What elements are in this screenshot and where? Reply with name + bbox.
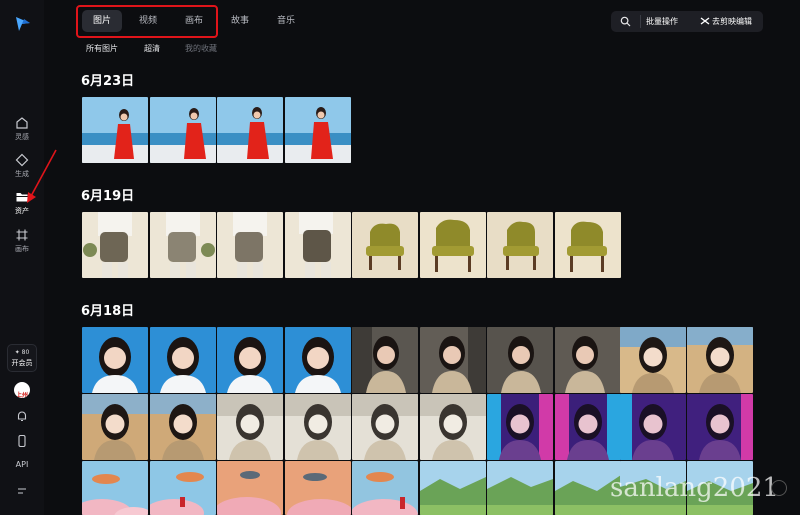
sidebar-item-label: 生成 [15, 170, 29, 178]
image-thumbnail[interactable] [82, 394, 148, 460]
tab-story[interactable]: 故事 [220, 10, 260, 32]
image-thumbnail[interactable] [487, 394, 553, 460]
image-thumbnail[interactable] [217, 327, 283, 393]
phone-icon [18, 434, 26, 448]
image-thumbnail[interactable] [285, 327, 351, 393]
capcut-icon [700, 17, 710, 25]
image-thumbnail[interactable] [352, 461, 418, 515]
vip-label: 开会员 [11, 359, 33, 367]
subtab-favorites[interactable]: 我的收藏 [185, 43, 217, 54]
image-thumbnail[interactable] [687, 327, 753, 393]
mobile-app-button[interactable] [0, 434, 44, 448]
toolbar-divider [640, 15, 641, 28]
canvas-icon [16, 229, 28, 241]
sidebar-item-generate[interactable]: 生成 [0, 153, 44, 179]
scroll-to-top-button[interactable] [771, 480, 787, 496]
watermark-text: sanlang2021 [610, 473, 779, 503]
image-thumbnail[interactable] [82, 327, 148, 393]
avatar[interactable]: 上州 [14, 382, 30, 398]
image-thumbnail[interactable] [555, 394, 621, 460]
section-date-jun18: 6月18日 [81, 304, 135, 319]
search-icon[interactable] [620, 16, 631, 27]
app-logo-icon[interactable] [14, 14, 32, 32]
diamond-icon [15, 153, 29, 167]
credits-vip-button[interactable]: ✦ 80 开会员 [7, 344, 37, 372]
avatar-text: 上州 [15, 392, 28, 398]
sidebar-item-assets[interactable]: 资产 [0, 190, 44, 216]
sidebar-item-label: 资产 [15, 207, 29, 215]
api-link[interactable]: API [0, 460, 44, 469]
tab-music[interactable]: 音乐 [266, 10, 306, 32]
section-date-jun19: 6月19日 [81, 189, 135, 204]
edit-in-capcut-button[interactable]: 去剪映编辑 [712, 15, 752, 28]
image-thumbnail[interactable] [420, 212, 486, 278]
subtab-hd[interactable]: 超清 [144, 43, 160, 54]
menu-button[interactable] [0, 484, 44, 498]
image-thumbnail[interactable] [420, 461, 486, 515]
image-thumbnail[interactable] [420, 327, 486, 393]
image-thumbnail[interactable] [285, 212, 351, 278]
folder-icon [16, 193, 28, 202]
home-icon [16, 117, 28, 129]
image-thumbnail[interactable] [487, 212, 553, 278]
bell-icon [17, 411, 27, 422]
image-thumbnail[interactable] [217, 394, 283, 460]
image-thumbnail[interactable] [555, 212, 621, 278]
image-thumbnail[interactable] [150, 461, 216, 515]
sidebar-item-label: 灵感 [15, 133, 29, 141]
image-thumbnail[interactable] [620, 394, 686, 460]
sidebar-item-label: 画布 [15, 245, 29, 253]
image-thumbnail[interactable] [217, 461, 283, 515]
image-thumbnail[interactable] [82, 212, 148, 278]
image-thumbnail[interactable] [487, 327, 553, 393]
image-thumbnail[interactable] [82, 461, 148, 515]
section-date-jun23: 6月23日 [81, 74, 135, 89]
tab-videos[interactable]: 视频 [128, 10, 168, 32]
image-thumbnail[interactable] [150, 212, 216, 278]
toolbar: 批量操作 去剪映编辑 [611, 11, 763, 32]
batch-operation-button[interactable]: 批量操作 [646, 15, 678, 28]
credits-count: ✦ 80 [14, 349, 30, 356]
image-thumbnail[interactable] [82, 97, 148, 163]
tab-canvas[interactable]: 画布 [174, 10, 214, 32]
sidebar-item-canvas[interactable]: 画布 [0, 228, 44, 254]
image-thumbnail[interactable] [555, 327, 621, 393]
image-thumbnail[interactable] [150, 327, 216, 393]
image-thumbnail[interactable] [150, 394, 216, 460]
image-thumbnail[interactable] [352, 327, 418, 393]
image-thumbnail[interactable] [352, 212, 418, 278]
image-thumbnail[interactable] [285, 461, 351, 515]
image-thumbnail[interactable] [217, 212, 283, 278]
menu-icon [18, 488, 26, 494]
tab-images[interactable]: 图片 [82, 10, 122, 32]
subtab-all-images[interactable]: 所有图片 [86, 43, 118, 54]
image-thumbnail[interactable] [420, 394, 486, 460]
sidebar-item-inspiration[interactable]: 灵感 [0, 116, 44, 142]
image-thumbnail[interactable] [150, 97, 216, 163]
sidebar: 灵感 生成 资产 画布 ✦ 80 开会员 上州 API [0, 0, 44, 515]
image-thumbnail[interactable] [285, 97, 351, 163]
image-thumbnail[interactable] [487, 461, 553, 515]
image-thumbnail[interactable] [687, 394, 753, 460]
notifications-button[interactable] [0, 409, 44, 423]
image-thumbnail[interactable] [352, 394, 418, 460]
image-thumbnail[interactable] [620, 327, 686, 393]
image-thumbnail[interactable] [217, 97, 283, 163]
image-thumbnail[interactable] [285, 394, 351, 460]
